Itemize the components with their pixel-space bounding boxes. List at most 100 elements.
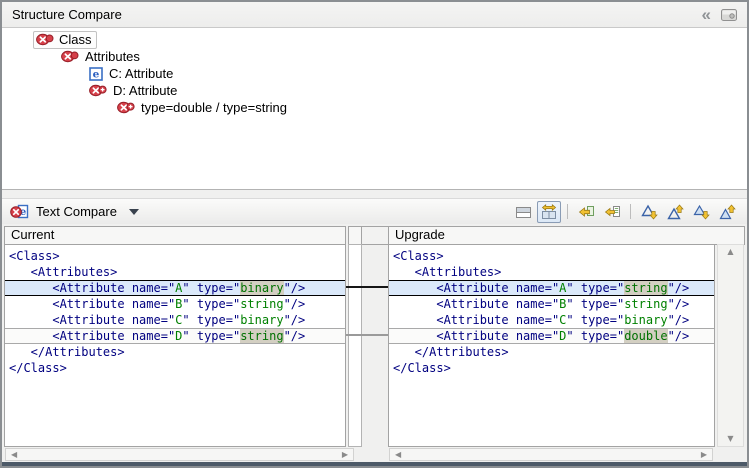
scroll-right-icon[interactable]: ▶: [701, 451, 707, 459]
code-line[interactable]: <Attributes>: [389, 264, 714, 280]
scroll-left-icon[interactable]: ◀: [395, 451, 401, 459]
code-line[interactable]: <Class>: [389, 248, 714, 264]
svg-text:e: e: [93, 68, 100, 80]
tree-item[interactable]: Attributes: [2, 48, 747, 65]
left-code-pane[interactable]: <Class> <Attributes> <Attribute name="A"…: [4, 244, 346, 447]
code-line[interactable]: <Attribute name="B" type="string"/>: [5, 296, 345, 312]
code-line[interactable]: <Class>: [5, 248, 345, 264]
code-token: " type=": [182, 281, 240, 295]
code-token: "/>: [284, 281, 306, 295]
code-token: "/>: [668, 313, 690, 327]
code-token: </Class>: [393, 361, 451, 375]
tree-item-label: Class: [59, 32, 92, 47]
copy-all-from-right-to-left-icon[interactable]: [574, 201, 598, 223]
code-token: binary: [624, 313, 667, 327]
text-compare-icon: e: [10, 204, 29, 219]
code-token: <Attributes>: [9, 265, 117, 279]
diff-changed-icon: [89, 84, 107, 97]
center-gutter-header: [362, 226, 388, 245]
code-token: <Attribute name=": [393, 313, 559, 327]
code-line[interactable]: <Attributes>: [5, 264, 345, 280]
changed-token: string: [624, 281, 667, 295]
code-line[interactable]: <Attribute name="C" type="binary"/>: [389, 312, 714, 328]
code-line[interactable]: <Attribute name="A" type="binary"/>: [5, 280, 345, 296]
code-token: " type=": [566, 313, 624, 327]
code-token: " type=": [182, 297, 240, 311]
left-horizontal-scrollbar[interactable]: ◀ ▶: [5, 448, 354, 461]
code-token: <Attribute name=": [393, 297, 559, 311]
diff-connector-selected: [346, 286, 388, 288]
previous-change-icon[interactable]: [715, 201, 739, 223]
code-token: <Attribute name=": [9, 329, 175, 343]
tree-item-label: type=double / type=string: [141, 100, 287, 115]
code-line[interactable]: <Attribute name="D" type="string"/>: [5, 328, 345, 344]
toolbar-separator: [567, 204, 568, 219]
changed-token: string: [240, 329, 283, 343]
changed-token: binary: [240, 281, 283, 295]
code-token: </Attributes>: [9, 345, 125, 359]
structure-compare-title: Structure Compare: [12, 7, 122, 22]
structure-compare-tree[interactable]: Class AttributeseC: AttributeD: Attribute…: [2, 28, 747, 189]
double-chevron-left-icon[interactable]: «: [702, 6, 709, 23]
text-compare-toolbar: [511, 201, 739, 223]
code-line[interactable]: </Attributes>: [5, 344, 345, 360]
camera-icon[interactable]: [721, 8, 737, 21]
next-change-icon[interactable]: [689, 201, 713, 223]
code-token: <Attributes>: [393, 265, 501, 279]
code-token: <Attribute name=": [9, 313, 175, 327]
diff-changed-icon: [117, 101, 135, 114]
code-token: " type=": [566, 329, 624, 343]
structure-header-actions: «: [702, 6, 737, 23]
code-line[interactable]: <Attribute name="C" type="binary"/>: [5, 312, 345, 328]
code-token: </Class>: [9, 361, 67, 375]
code-line[interactable]: </Attributes>: [389, 344, 714, 360]
code-token: "/>: [668, 281, 690, 295]
tree-item[interactable]: type=double / type=string: [2, 99, 747, 116]
right-code-pane[interactable]: <Class> <Attributes> <Attribute name="A"…: [388, 244, 715, 447]
tree-item[interactable]: Class: [2, 31, 747, 48]
tree-item[interactable]: eC: Attribute: [2, 65, 747, 82]
scroll-right-icon[interactable]: ▶: [342, 451, 348, 459]
text-compare-title: Text Compare: [36, 204, 117, 219]
code-token: "/>: [284, 313, 306, 327]
copy-current-change-from-right-to-left-icon[interactable]: [600, 201, 624, 223]
structure-compare-header: Structure Compare «: [2, 2, 747, 28]
code-token: <Class>: [9, 249, 60, 263]
code-token: " type=": [566, 281, 624, 295]
code-line[interactable]: </Class>: [5, 360, 345, 376]
code-line[interactable]: <Attribute name="D" type="double"/>: [389, 328, 714, 344]
code-line[interactable]: <Attribute name="A" type="string"/>: [389, 280, 714, 296]
code-token: "/>: [668, 297, 690, 311]
code-token: binary: [240, 313, 283, 327]
split-pane-vertical-icon[interactable]: [537, 201, 561, 223]
next-difference-icon[interactable]: [637, 201, 661, 223]
code-token: "/>: [284, 329, 306, 343]
code-line[interactable]: </Class>: [389, 360, 714, 376]
tree-item-label: D: Attribute: [113, 83, 177, 98]
code-token: "/>: [284, 297, 306, 311]
previous-difference-icon[interactable]: [663, 201, 687, 223]
diff-strip-header: [348, 226, 362, 245]
code-token: <Attribute name=": [393, 329, 559, 343]
split-pane-horizontal-icon[interactable]: [511, 201, 535, 223]
code-token: <Attribute name=": [393, 281, 559, 295]
code-token: <Attribute name=": [9, 297, 175, 311]
code-line[interactable]: <Attribute name="B" type="string"/>: [389, 296, 714, 312]
code-token: <Class>: [393, 249, 444, 263]
eattribute-icon: e: [89, 67, 103, 81]
scroll-up-icon[interactable]: ▲: [727, 248, 733, 256]
tree-item[interactable]: D: Attribute: [2, 82, 747, 99]
scroll-left-icon[interactable]: ◀: [11, 451, 17, 459]
toolbar-separator: [630, 204, 631, 219]
diff-deleted-icon: [36, 33, 54, 46]
right-horizontal-scrollbar[interactable]: ◀ ▶: [389, 448, 713, 461]
tree-item-label: Attributes: [85, 49, 140, 64]
code-token: " type=": [566, 297, 624, 311]
code-token: " type=": [182, 329, 240, 343]
scroll-down-icon[interactable]: ▼: [727, 435, 733, 443]
diff-summary-strip: [348, 244, 362, 447]
chevron-down-icon[interactable]: [129, 209, 139, 215]
code-token: </Attributes>: [393, 345, 509, 359]
tree-selection-box: Class: [33, 31, 97, 49]
vertical-scrollbar[interactable]: ▲ ▼: [717, 244, 744, 447]
